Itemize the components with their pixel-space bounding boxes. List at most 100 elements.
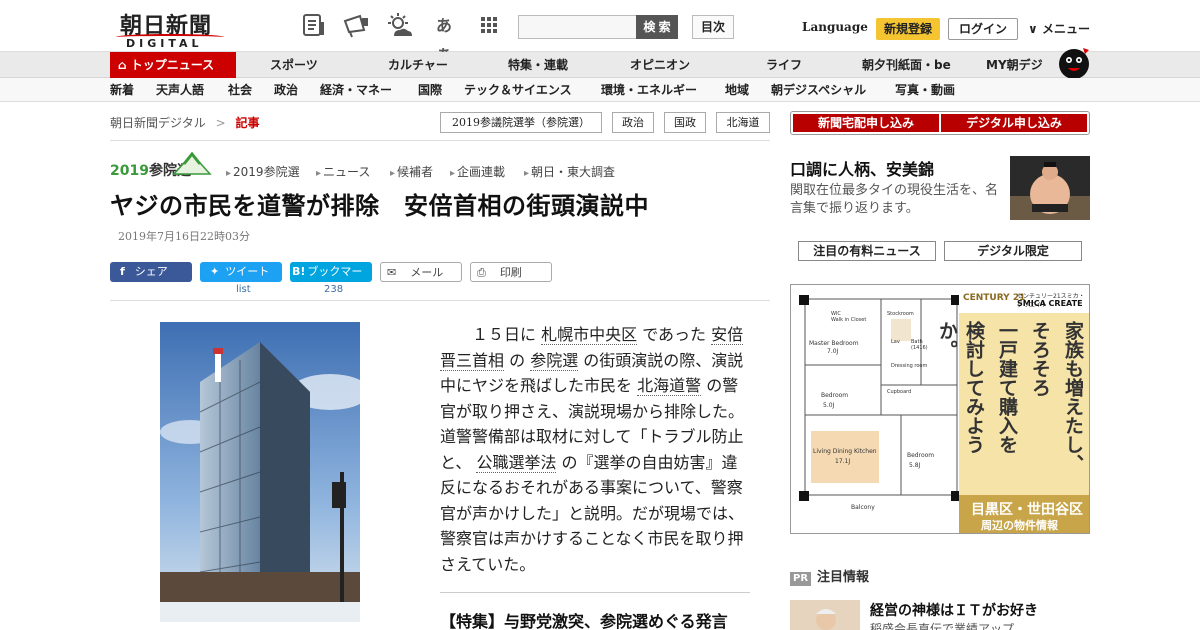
sidebar-feature-desc: 関取在位最多タイの現役生活を、名言集で振り返ります。 (790, 183, 999, 216)
nav-international[interactable]: 国際 (418, 78, 442, 102)
ad-area-sub: 周辺の物件情報 (981, 519, 1058, 532)
menu-button[interactable]: ∨ メニュー (1028, 20, 1090, 37)
secondary-nav: 新着 天声人語 社会 政治 経済・マネー 国際 テック＆サイエンス 環境・エネル… (0, 78, 1200, 102)
font-size-icon[interactable]: あぁ (430, 12, 458, 63)
nav-environment[interactable]: 環境・エネルギー (601, 78, 697, 102)
ad-copy-line: 家族も増えたし、 (1062, 321, 1084, 473)
series-link[interactable]: 企画連載 (450, 163, 505, 180)
hatena-icon: B! (292, 265, 306, 278)
subscribe-box: 新聞宅配申し込み デジタル申し込み (790, 111, 1090, 135)
digital-subscribe-button[interactable]: デジタル申し込み (941, 114, 1087, 132)
signup-button[interactable]: 新規登録 (876, 18, 940, 40)
nav-opinion[interactable]: オピニオン (630, 52, 690, 78)
twitter-share-label: ツイート (225, 265, 270, 278)
tag-hokkaido[interactable]: 北海道 (716, 112, 770, 133)
series-link[interactable]: ニュース (316, 163, 370, 180)
nav-tech[interactable]: テック＆サイエンス (464, 78, 572, 102)
grid-icon[interactable] (474, 12, 502, 40)
special-feature-link[interactable]: 【特集】与野党激突、参院選めぐる発言 (440, 608, 728, 630)
floorplan-label: Cupboard (887, 389, 911, 395)
floorplan-label: Bedroom (821, 392, 848, 399)
search-button[interactable]: 検 索 (636, 15, 678, 39)
sidebar-feature-thumbnail[interactable] (1010, 156, 1090, 220)
site-logo[interactable]: 朝日新聞 DIGITAL (112, 8, 228, 50)
megaphone-icon[interactable] (342, 12, 370, 40)
hatena-bookmark-button[interactable]: B! ブックマーク (290, 262, 372, 298)
twitter-share-button[interactable]: ✦ ツイート (200, 262, 282, 282)
floorplan-label: Stockroom (887, 311, 914, 317)
nav-life[interactable]: ライフ (766, 52, 802, 78)
mascot-icon[interactable] (1056, 44, 1092, 80)
ad-copy: 家族も増えたし、 そろそろ 一戸建て購入を 検討してみようか。 (936, 321, 1087, 491)
series-logo[interactable]: 2019参院選 (110, 150, 214, 179)
tag-politics[interactable]: 政治 (612, 112, 654, 133)
tag-election[interactable]: 2019参議院選挙（参院選） (440, 112, 602, 133)
floorplan-label: 5.8J (909, 462, 921, 469)
newspaper-icon[interactable] (300, 12, 328, 40)
hatena-count[interactable]: 238 (324, 284, 343, 295)
series-link[interactable]: 朝日・東大調査 (524, 163, 615, 180)
tab-premium-news[interactable]: 注目の有料ニュース (798, 241, 936, 261)
mail-button[interactable]: ✉ メール (380, 262, 462, 282)
nav-paper[interactable]: 朝夕刊紙面・be (862, 52, 951, 78)
article-text: であった (637, 325, 712, 344)
nav-sports[interactable]: スポーツ (270, 52, 318, 78)
breadcrumb-home[interactable]: 朝日新聞デジタル (110, 116, 206, 130)
search-input[interactable] (518, 15, 638, 39)
nav-special[interactable]: 朝デジスペシャル (771, 78, 866, 102)
article-inline-link[interactable]: 公職選挙法 (476, 452, 557, 473)
article-inline-link[interactable]: 札幌市中央区 (541, 325, 638, 345)
article-photo[interactable] (160, 322, 360, 622)
nav-tensei[interactable]: 天声人語 (156, 78, 204, 102)
article-text: の (504, 350, 531, 370)
nav-top-news[interactable]: ⌂ トップニュース (110, 52, 236, 78)
sidebar-feature-title[interactable]: 口調に人柄、安美錦 (790, 156, 934, 180)
chevron-down-icon: ∨ (1028, 22, 1038, 36)
home-icon: ⌂ (118, 58, 127, 72)
nav-latest[interactable]: 新着 (110, 78, 134, 102)
divider (110, 300, 770, 301)
pr-heading: PR 注目情報 (790, 566, 869, 586)
article-text: １５日に (456, 325, 542, 344)
language-link[interactable]: Language (802, 20, 868, 34)
print-icon: ⎙ (477, 266, 486, 279)
floorplan-label: Lav (891, 339, 900, 345)
floorplan-label: Living Dining Kitchen (813, 448, 877, 455)
print-label: 印刷 (499, 266, 522, 279)
floorplan-label: Balcony (851, 504, 875, 511)
nav-politics[interactable]: 政治 (274, 78, 298, 102)
nav-culture[interactable]: カルチャー (388, 52, 448, 78)
nav-society[interactable]: 社会 (228, 78, 252, 102)
nav-photo[interactable]: 写真・動画 (895, 78, 955, 102)
article-paragraph: １５日に 札幌市中央区 であった 安倍晋三首相 の 参院選 の街頭演説の際、演説… (440, 322, 750, 577)
print-button[interactable]: ⎙ 印刷 (470, 262, 552, 282)
toc-button[interactable]: 目次 (692, 15, 734, 39)
nav-region[interactable]: 地域 (725, 78, 749, 102)
facebook-icon: f (120, 265, 125, 278)
floorplan-label: Dressing room (891, 363, 927, 369)
floorplan-label: 5.0J (823, 402, 835, 409)
pr-badge: PR (790, 572, 812, 586)
tab-digital-only[interactable]: デジタル限定 (944, 241, 1082, 261)
series-link[interactable]: 候補者 (390, 163, 433, 180)
mail-label: メール (410, 266, 444, 279)
sidebar-ad[interactable]: WIC Walk in Closet Stockroom Master Bedr… (790, 284, 1090, 534)
nav-economy[interactable]: 経済・マネー (320, 78, 392, 102)
pr-title[interactable]: 経営の神様はＩＴがお好き (870, 600, 1038, 620)
twitter-count[interactable]: list (236, 284, 251, 295)
tag-national[interactable]: 国政 (664, 112, 706, 133)
nav-my-asahi[interactable]: MY朝デジ (986, 52, 1043, 78)
mail-icon: ✉ (387, 266, 397, 279)
pr-heading-label: 注目情報 (817, 570, 870, 585)
weather-icon[interactable] (386, 12, 414, 40)
login-button[interactable]: ログイン (948, 18, 1018, 40)
article-inline-link[interactable]: 北海道警 (637, 376, 702, 396)
series-year: 2019 (110, 163, 149, 179)
article-inline-link[interactable]: 参院選 (530, 350, 579, 371)
pr-thumbnail[interactable] (790, 600, 860, 630)
series-link[interactable]: 2019参院選 (226, 163, 300, 180)
delivery-subscribe-button[interactable]: 新聞宅配申し込み (793, 114, 939, 132)
nav-features[interactable]: 特集・連載 (508, 52, 568, 78)
facebook-share-button[interactable]: f シェア (110, 262, 192, 282)
ad-brand: CENTURY 21 (963, 293, 1026, 303)
